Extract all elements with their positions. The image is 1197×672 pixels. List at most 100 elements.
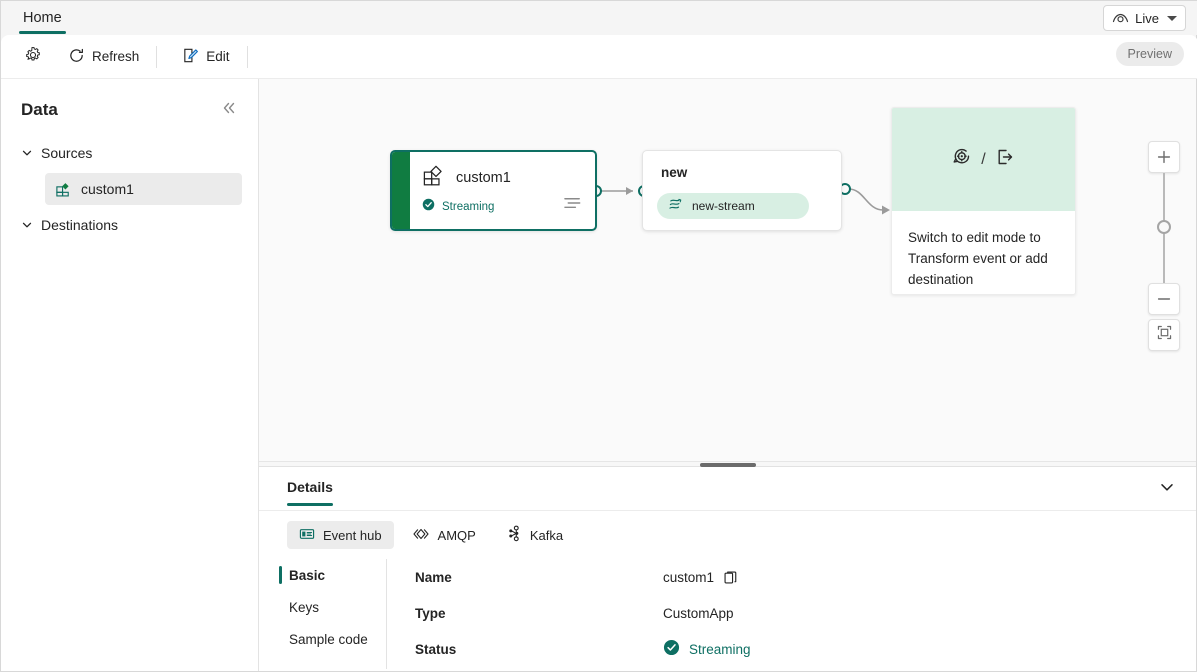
custom-app-icon [422,164,445,192]
chevron-down-icon [1158,478,1176,501]
tab-event-hub-label: Event hub [323,527,382,543]
node-custom1-status: Streaming [422,198,494,216]
zoom-in-button[interactable] [1148,141,1180,173]
fit-to-screen-button[interactable] [1148,319,1180,351]
tab-kafka-label: Kafka [529,527,564,543]
add-destination-icon [994,146,1016,173]
copy-icon[interactable] [723,570,738,585]
node-custom1-status-label: Streaming [442,201,495,213]
field-status-value: Streaming [689,641,751,657]
main-toolbar: Refresh Edit Preview [1,35,1197,79]
subnav-item-sample-code-label: Sample code [289,631,368,647]
live-mode-label: Live [1135,10,1159,26]
tree-group-sources-label: Sources [41,145,93,161]
eventstream-canvas[interactable]: custom1 Streaming new new-stream / Switc… [259,79,1196,461]
details-body: Basic Keys Sample code Name custom1 Type… [259,559,1196,669]
tab-amqp-label: AMQP [437,527,476,543]
field-row-status: Status Streaming [415,631,1196,667]
tree-group-sources[interactable]: Sources [1,139,258,167]
eventstream-icon [667,196,684,216]
canvas-node-custom1[interactable]: custom1 Streaming [390,150,597,231]
list-menu-icon[interactable] [564,196,583,215]
tree-group-destinations[interactable]: Destinations [1,211,258,239]
double-chevron-left-icon [221,100,237,121]
toolbar-divider-2 [246,45,248,68]
data-tree: Sources custom1 Destinations [1,139,258,239]
details-collapse-button[interactable] [1156,478,1178,500]
details-header: Details [259,467,1196,511]
field-name-value: custom1 [663,569,715,585]
refresh-button[interactable]: Refresh [59,42,148,72]
tab-details[interactable]: Details [287,479,333,506]
fit-to-screen-icon [1156,324,1173,346]
refresh-label: Refresh [92,49,140,64]
amqp-icon [412,527,430,544]
edit-label: Edit [206,49,230,64]
zoom-out-button[interactable] [1148,283,1180,315]
gear-icon [24,46,42,67]
sidebar-header: Data [1,79,258,121]
details-panel: Details Event hub AMQP Kafka Basic Keys … [259,467,1196,671]
chevron-down-icon [21,147,33,159]
preview-label: Preview [1127,47,1172,61]
protocol-tabs: Event hub AMQP Kafka [259,511,1196,549]
app-window: Home Live Refresh Edit Preview Data Sour… [0,0,1197,672]
chevron-down-icon [21,219,33,231]
data-sidebar: Data Sources custom1 Destinations [1,79,259,671]
settings-button[interactable] [15,42,51,72]
tab-event-hub[interactable]: Event hub [287,521,394,549]
live-mode-dropdown[interactable]: Live [1103,5,1186,31]
edit-button[interactable]: Edit [173,42,238,72]
stream-chip-label: new-stream [692,199,755,213]
live-eye-icon [1112,12,1129,25]
field-row-type: Type CustomApp [415,595,1196,631]
canvas-zoom-controls [1148,141,1180,351]
zoom-slider[interactable] [1148,173,1180,283]
canvas-node-hint[interactable]: / Switch to edit mode to Transform event… [891,107,1076,295]
kafka-icon [506,525,522,545]
tab-home-label: Home [23,10,62,26]
tab-kafka[interactable]: Kafka [494,521,575,549]
zoom-slider-thumb[interactable] [1157,220,1171,234]
field-name-value-wrap: custom1 [663,570,738,585]
event-hub-icon [299,526,315,545]
stream-chip-new-stream[interactable]: new-stream [657,193,809,219]
subnav-item-keys[interactable]: Keys [279,591,386,623]
check-circle-icon [663,639,680,659]
tab-home[interactable]: Home [19,1,66,35]
field-type-value: CustomApp [663,605,734,621]
hint-separator: / [981,150,986,168]
tab-amqp[interactable]: AMQP [400,521,488,549]
hint-icon-row: / [892,108,1075,211]
subnav-item-basic-label: Basic [289,567,326,583]
sidebar-collapse-button[interactable] [218,99,240,121]
subnav-item-basic[interactable]: Basic [279,559,386,591]
check-circle-icon [422,198,435,216]
node-custom1-header: custom1 [422,164,511,192]
subnav-item-sample-code[interactable]: Sample code [279,623,386,655]
window-tabstrip: Home Live [1,1,1197,35]
node-custom1-title: custom1 [456,170,511,186]
preview-badge[interactable]: Preview [1115,42,1184,66]
field-row-name: Name custom1 [415,559,1196,595]
subnav-item-keys-label: Keys [289,599,320,615]
canvas-node-new[interactable]: new new-stream [642,150,842,231]
refresh-icon [68,47,85,67]
sidebar-item-custom1[interactable]: custom1 [45,173,242,205]
details-field-list: Name custom1 Type CustomApp Status Strea… [387,559,1196,669]
details-subnav: Basic Keys Sample code [259,559,387,669]
field-name-key: Name [415,569,452,585]
field-type-key: Type [415,605,446,621]
sidebar-title: Data [21,100,58,119]
toolbar-divider-1 [156,45,158,68]
tab-details-label: Details [287,479,333,495]
sidebar-item-custom1-label: custom1 [81,181,134,197]
field-status-key: Status [415,641,457,657]
field-status-value-wrap: Streaming [663,639,751,659]
node-new-title: new [661,165,688,180]
node-accent-bar [392,152,410,229]
edit-pencil-icon [182,47,199,67]
custom-app-icon [55,181,72,198]
chevron-down-icon [1167,15,1177,21]
transform-event-icon [951,146,973,173]
